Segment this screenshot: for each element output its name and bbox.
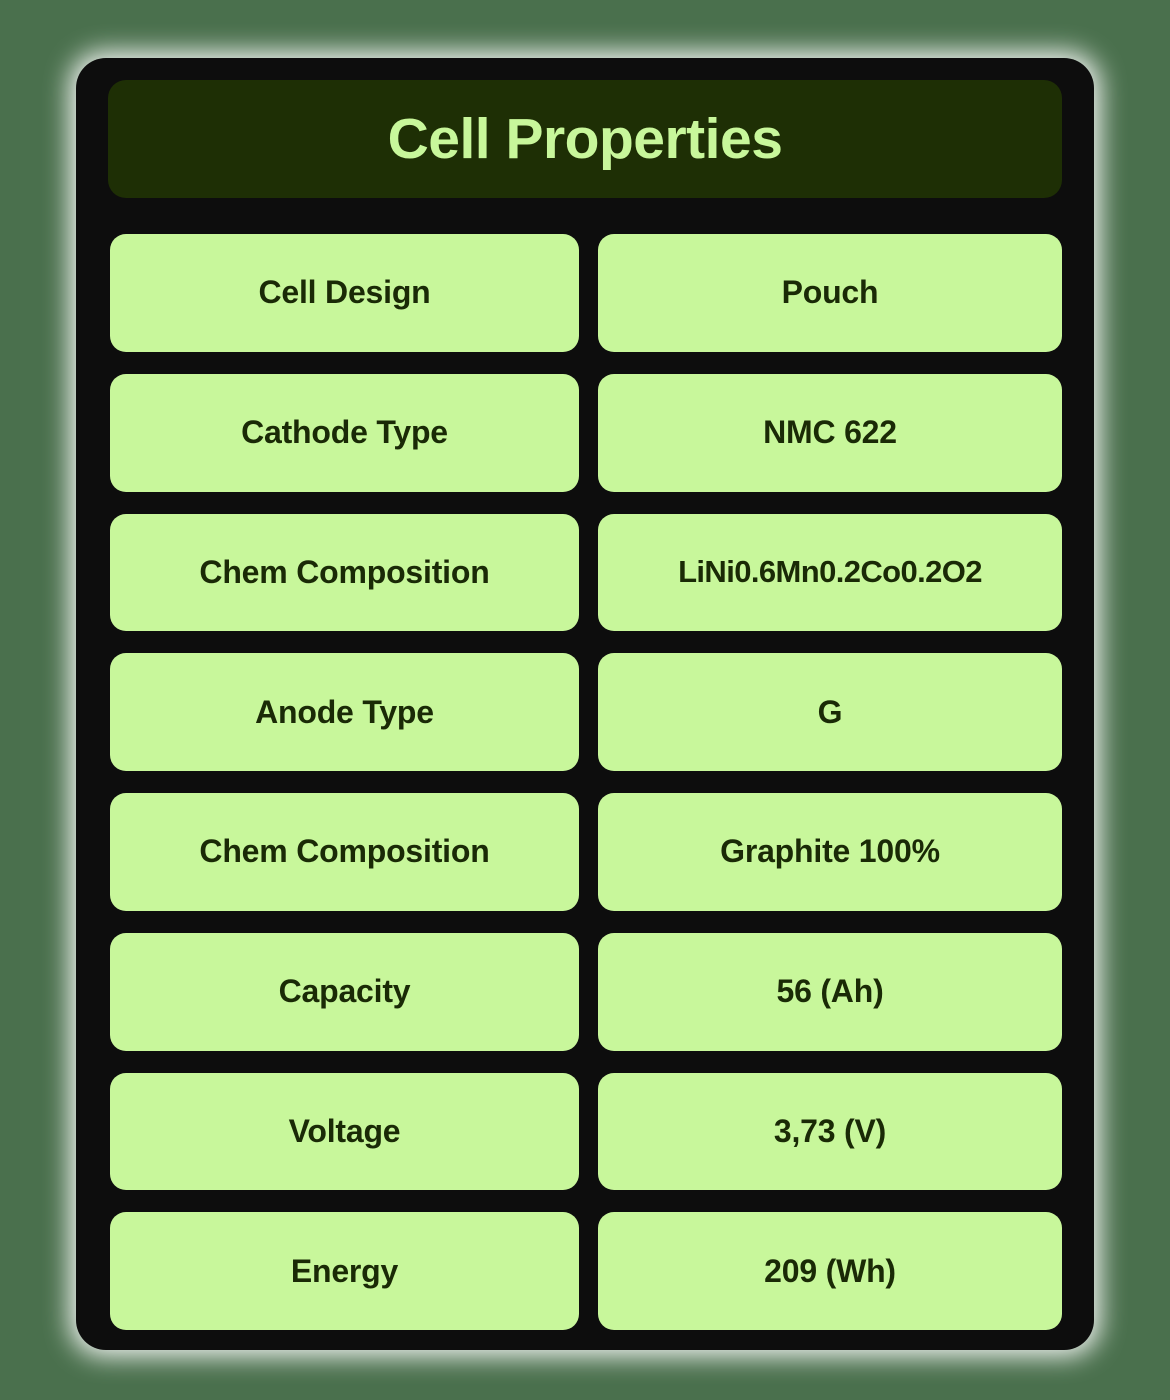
properties-table: Cell Design Pouch Cathode Type NMC 622 C… bbox=[92, 234, 1078, 1330]
property-value: Pouch bbox=[598, 234, 1062, 352]
property-label: Voltage bbox=[110, 1072, 579, 1191]
property-label: Cathode Type bbox=[110, 373, 579, 492]
property-label: Energy bbox=[110, 1212, 579, 1330]
cell-properties-card: Cell Properties Cell Design Pouch Cathod… bbox=[76, 58, 1094, 1350]
table-row: Anode Type G bbox=[110, 653, 1062, 771]
table-row: Voltage 3,73 (V) bbox=[110, 1072, 1062, 1191]
table-row: Chem Composition LiNi0.6Mn0.2Co0.2O2 bbox=[110, 513, 1062, 632]
table-row: Energy 209 (Wh) bbox=[110, 1212, 1062, 1330]
property-label: Cell Design bbox=[110, 234, 579, 352]
table-row: Cell Design Pouch bbox=[110, 234, 1062, 352]
page-root: Cell Properties Cell Design Pouch Cathod… bbox=[0, 0, 1170, 1400]
property-label: Chem Composition bbox=[110, 793, 579, 911]
property-label: Chem Composition bbox=[110, 513, 579, 632]
property-value: 3,73 (V) bbox=[598, 1072, 1062, 1191]
property-label: Anode Type bbox=[110, 653, 579, 771]
property-value: NMC 622 bbox=[598, 373, 1062, 492]
property-value: LiNi0.6Mn0.2Co0.2O2 bbox=[598, 513, 1062, 632]
card-header: Cell Properties bbox=[108, 80, 1062, 198]
property-value: Graphite 100% bbox=[598, 793, 1062, 911]
table-row: Capacity 56 (Ah) bbox=[110, 932, 1062, 1051]
page-title: Cell Properties bbox=[387, 106, 783, 171]
table-row: Cathode Type NMC 622 bbox=[110, 373, 1062, 492]
property-value: 56 (Ah) bbox=[598, 932, 1062, 1051]
property-value: G bbox=[598, 653, 1062, 771]
table-row: Chem Composition Graphite 100% bbox=[110, 793, 1062, 911]
property-value: 209 (Wh) bbox=[598, 1212, 1062, 1330]
property-label: Capacity bbox=[110, 932, 579, 1051]
